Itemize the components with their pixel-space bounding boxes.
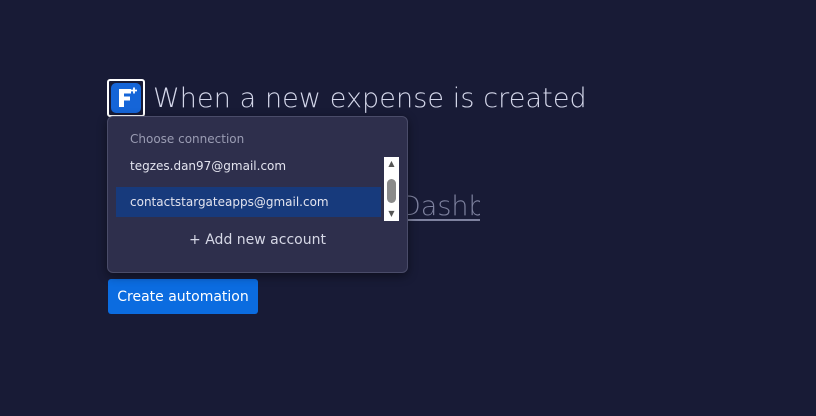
scroll-up-arrow-icon[interactable]: ▲ [384, 157, 399, 171]
scrollbar-thumb[interactable] [387, 179, 396, 203]
dropdown-header: Choose connection [130, 132, 245, 146]
create-automation-button[interactable]: Create automation [108, 279, 258, 314]
option-list-scrollbar[interactable]: ▲ ▼ [384, 157, 399, 221]
trigger-row: When a new expense is created [107, 79, 587, 117]
add-new-account-button[interactable]: + Add new account [108, 232, 407, 248]
app-logo-f-icon [111, 83, 141, 113]
connection-option-selected[interactable]: contactstargateapps@gmail.com [116, 187, 381, 217]
dashboard-link[interactable]: Dashboard [400, 191, 480, 222]
trigger-title: When a new expense is created [153, 82, 587, 114]
connection-option-list: tegzes.dan97@gmail.com contactstargateap… [116, 151, 381, 221]
connection-option[interactable]: tegzes.dan97@gmail.com [116, 151, 381, 181]
scroll-down-arrow-icon[interactable]: ▼ [384, 207, 399, 221]
connection-dropdown: Choose connection tegzes.dan97@gmail.com… [107, 116, 408, 273]
app-icon-button[interactable] [107, 79, 145, 117]
automation-page: When a new expense is created Dashboard … [0, 0, 816, 416]
